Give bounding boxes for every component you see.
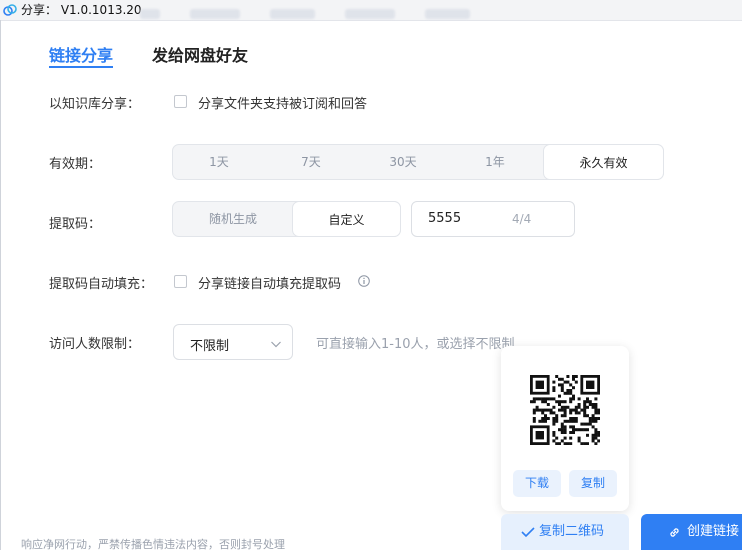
kb-share-checkbox-label[interactable]: 分享文件夹支持被订阅和回答: [198, 93, 367, 112]
extract-code-char-count: 4/4: [512, 212, 532, 226]
extract-code-value: 5555: [428, 211, 462, 226]
tab-link-share[interactable]: 链接分享: [49, 42, 113, 66]
create-link-label: 创建链接: [687, 524, 740, 539]
qr-code-popup: 下载 复制: [501, 346, 629, 511]
qr-code-image: [530, 375, 600, 445]
visitor-limit-label: 访问人数限制：: [49, 337, 141, 352]
validity-label: 有效期：: [49, 157, 102, 172]
obscured-menu-bar: [140, 5, 500, 25]
validity-selector: 1天 7天 30天 1年 永久有效: [172, 144, 664, 180]
chevron-down-icon: [271, 341, 281, 348]
tab-send-to-friends[interactable]: 发给网盘好友: [152, 42, 248, 66]
visitor-limit-select[interactable]: 不限制: [173, 324, 293, 360]
copy-qr-label: 复制二维码: [539, 524, 605, 539]
code-option-random[interactable]: 随机生成: [173, 202, 293, 236]
create-link-button[interactable]: 创建链接: [641, 514, 742, 550]
visitor-limit-value: 不限制: [190, 339, 230, 354]
autofill-label: 提取码自动填充：: [49, 277, 154, 292]
validity-option-1d[interactable]: 1天: [173, 145, 265, 179]
validity-option-permanent[interactable]: 永久有效: [543, 144, 664, 180]
code-option-custom[interactable]: 自定义: [292, 201, 401, 237]
link-icon: [670, 528, 679, 537]
kb-share-checkbox[interactable]: [174, 95, 187, 108]
window-title: 分享： V1.0.1013.20: [21, 3, 142, 17]
copy-qr-button[interactable]: 复制二维码: [501, 514, 629, 550]
extract-code-input[interactable]: 5555 4/4: [411, 201, 575, 237]
autofill-checkbox-label[interactable]: 分享链接自动填充提取码: [198, 273, 341, 292]
visitor-limit-hint: 可直接输入1-10人，或选择不限制: [316, 337, 515, 352]
validity-option-7d[interactable]: 7天: [265, 145, 357, 179]
extract-code-label: 提取码：: [49, 217, 102, 232]
qr-download-button[interactable]: 下载: [513, 470, 561, 497]
info-icon[interactable]: [358, 275, 370, 287]
extract-code-mode-selector: 随机生成 自定义: [172, 201, 401, 237]
check-icon: [521, 527, 535, 538]
qr-copy-button[interactable]: 复制: [569, 470, 617, 497]
title-bar: 分享： V1.0.1013.20: [0, 0, 742, 21]
autofill-checkbox[interactable]: [174, 275, 187, 288]
validity-option-30d[interactable]: 30天: [357, 145, 449, 179]
kb-share-label: 以知识库分享：: [49, 97, 141, 112]
active-tab-indicator: [49, 66, 113, 68]
validity-option-1y[interactable]: 1年: [449, 145, 541, 179]
window-border: [0, 20, 1, 550]
app-logo-icon: [3, 4, 17, 16]
